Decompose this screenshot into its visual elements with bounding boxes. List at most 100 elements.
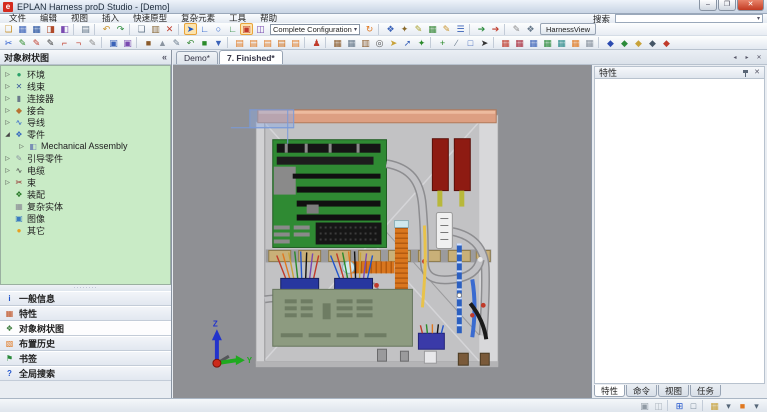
- corner-bend-icon[interactable]: ⌐: [58, 37, 71, 49]
- tree-item[interactable]: ▣图像: [1, 212, 170, 224]
- view-table-gray-icon[interactable]: ▦: [583, 37, 596, 49]
- minimize-button[interactable]: –: [699, 0, 717, 11]
- orbit-icon[interactable]: ○: [212, 23, 225, 35]
- configuration-combobox[interactable]: Complete Configuration ▾: [270, 24, 360, 35]
- add-icon[interactable]: +: [436, 37, 449, 49]
- sync-icon[interactable]: ↻: [363, 23, 376, 35]
- menu-item[interactable]: 快速原型: [126, 14, 174, 23]
- expander-icon[interactable]: ▷: [4, 119, 11, 126]
- pen-remove-icon[interactable]: ✎: [30, 37, 43, 49]
- robot-icon[interactable]: ♟: [310, 37, 323, 49]
- object-tree-section[interactable]: ❖对象树状图: [0, 321, 171, 336]
- ghost-view-icon[interactable]: ◫: [254, 23, 267, 35]
- check-harness-icon[interactable]: ❖: [384, 23, 397, 35]
- tab-scroll-right-button[interactable]: ▸: [742, 53, 752, 62]
- bookmarks-section[interactable]: ⚑书签: [0, 351, 171, 366]
- tree-item[interactable]: ▷∿电缆: [1, 164, 170, 176]
- view-table-crimson-icon[interactable]: ▦: [513, 37, 526, 49]
- annotate-icon[interactable]: ✎: [440, 23, 453, 35]
- motherboard[interactable]: [273, 140, 387, 248]
- export-icon[interactable]: ◧: [58, 23, 71, 35]
- view-table-orange-icon[interactable]: ▦: [569, 37, 582, 49]
- menu-item[interactable]: 插入: [95, 14, 126, 23]
- redo-icon[interactable]: ↷: [114, 23, 127, 35]
- surface-icon[interactable]: ▲: [156, 37, 169, 49]
- menu-item[interactable]: 编辑: [33, 14, 64, 23]
- topology-icon[interactable]: ❖: [524, 23, 537, 35]
- view-cube-arrow-icon[interactable]: ▾: [750, 400, 763, 412]
- board-book-icon[interactable]: ▥: [359, 37, 372, 49]
- tab-scroll-left-button[interactable]: ◂: [730, 53, 740, 62]
- unroute-icon[interactable]: ➔: [489, 23, 502, 35]
- panel-tab[interactable]: 特性: [594, 385, 625, 397]
- tree-item[interactable]: ▷✂束: [1, 176, 170, 188]
- measure-icon[interactable]: ☰: [454, 23, 467, 35]
- menu-item[interactable]: 复杂元素: [174, 14, 222, 23]
- search-input[interactable]: ▾: [615, 14, 763, 23]
- view-cube-icon[interactable]: ■: [736, 400, 749, 412]
- nailboard-icon[interactable]: ▤: [233, 37, 246, 49]
- expander-icon[interactable]: ▷: [4, 107, 11, 114]
- corner-bend-alt-icon[interactable]: ¬: [72, 37, 85, 49]
- magnifier-icon[interactable]: ◎: [373, 37, 386, 49]
- nailboard-sync-icon[interactable]: ▤: [261, 37, 274, 49]
- figure-gold-icon[interactable]: ◆: [632, 37, 645, 49]
- tree-view-icon[interactable]: ✦: [415, 37, 428, 49]
- paste-icon[interactable]: ▥: [149, 23, 162, 35]
- harnessview-button[interactable]: HarnessView: [540, 23, 596, 35]
- figure-blue-icon[interactable]: ◆: [604, 37, 617, 49]
- chevron-down-icon[interactable]: ▾: [354, 26, 357, 33]
- document-tab[interactable]: 7. Finished*: [219, 50, 283, 64]
- board-icon[interactable]: ▦: [331, 37, 344, 49]
- report-table-icon[interactable]: ▦: [426, 23, 439, 35]
- rect-icon[interactable]: □: [464, 37, 477, 49]
- clip-view-icon[interactable]: ▣: [240, 23, 253, 35]
- reroute-icon[interactable]: ↶: [184, 37, 197, 49]
- nailboard-update-icon[interactable]: ▤: [247, 37, 260, 49]
- launch-icon[interactable]: ➚: [401, 37, 414, 49]
- pin-icon[interactable]: [742, 69, 749, 77]
- tree-item[interactable]: ◢❖零件: [1, 128, 170, 140]
- nailboard-export-icon[interactable]: ▤: [275, 37, 288, 49]
- copy-icon[interactable]: ❏: [135, 23, 148, 35]
- cube-green-icon[interactable]: ■: [198, 37, 211, 49]
- tree-item[interactable]: ▷✕线束: [1, 80, 170, 92]
- collapse-panel-button[interactable]: «: [162, 53, 167, 62]
- board-add-icon[interactable]: ▦: [345, 37, 358, 49]
- line-icon[interactable]: ∕: [450, 37, 463, 49]
- placement-history-section[interactable]: ▧布置历史: [0, 336, 171, 351]
- expander-icon[interactable]: ▷: [18, 143, 25, 150]
- nailboard-settings-icon[interactable]: ▤: [289, 37, 302, 49]
- pen-add-icon[interactable]: ✎: [16, 37, 29, 49]
- expander-icon[interactable]: ▷: [4, 167, 11, 174]
- document-tab[interactable]: Demo*: [176, 51, 218, 64]
- tree-item[interactable]: ▦复杂实体: [1, 200, 170, 212]
- bundle-purple-icon[interactable]: ▣: [121, 37, 134, 49]
- lock-view-icon[interactable]: ◫: [652, 400, 665, 412]
- save-icon[interactable]: ▦: [16, 23, 29, 35]
- pencil-slate-icon[interactable]: ✎: [170, 37, 183, 49]
- tree-item[interactable]: ▷●环境: [1, 68, 170, 80]
- figure-green-icon[interactable]: ◆: [618, 37, 631, 49]
- tree-item[interactable]: ▷◧Mechanical Assembly: [1, 140, 170, 152]
- tree-item[interactable]: ▷✎引导零件: [1, 152, 170, 164]
- figure-red-icon[interactable]: ◆: [660, 37, 673, 49]
- pen-edit-icon[interactable]: ✎: [44, 37, 57, 49]
- place-point-icon[interactable]: ∟: [198, 23, 211, 35]
- menu-item[interactable]: 帮助: [253, 14, 284, 23]
- expander-icon[interactable]: ▷: [4, 83, 11, 90]
- manikin-icon[interactable]: ✦: [398, 23, 411, 35]
- expander-icon[interactable]: ▷: [4, 179, 11, 186]
- expander-icon[interactable]: ▷: [4, 95, 11, 102]
- connector-panel[interactable]: [436, 213, 452, 249]
- brush-icon[interactable]: ✎: [412, 23, 425, 35]
- trim-icon[interactable]: ✂: [2, 37, 15, 49]
- tree-item[interactable]: ▷▮连接器: [1, 92, 170, 104]
- 3d-viewport[interactable]: Z Y: [173, 65, 591, 398]
- tree-item[interactable]: ❖装配: [1, 188, 170, 200]
- menu-item[interactable]: 工具: [222, 14, 253, 23]
- figure-dark-icon[interactable]: ◆: [646, 37, 659, 49]
- pencil-icon[interactable]: ✎: [510, 23, 523, 35]
- walk-axis-icon[interactable]: ∟: [226, 23, 239, 35]
- close-icon[interactable]: ✕: [754, 69, 760, 77]
